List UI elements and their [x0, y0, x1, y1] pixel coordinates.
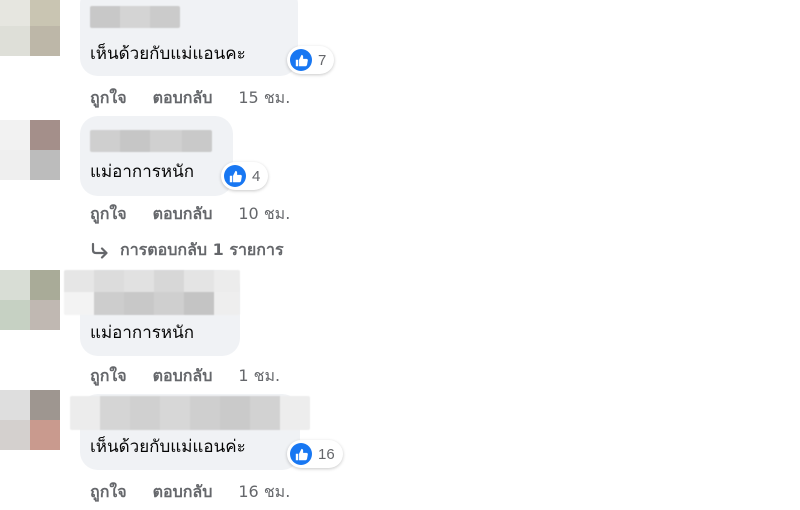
avatar[interactable]: [0, 270, 60, 330]
thumbs-up-icon: [290, 443, 312, 465]
comment-text: แม่อาการหนัก: [90, 162, 195, 182]
reaction-badge[interactable]: 16: [287, 440, 343, 468]
reply-link[interactable]: ตอบกลับ: [153, 86, 213, 111]
view-replies-link[interactable]: การตอบกลับ 1 รายการ: [90, 238, 284, 263]
timestamp[interactable]: 1 ชม.: [238, 364, 280, 389]
reaction-badge[interactable]: 4: [221, 162, 269, 190]
reply-link[interactable]: ตอบกลับ: [153, 202, 213, 227]
comment-text: แม่อาการหนัก: [90, 323, 195, 343]
like-link[interactable]: ถูกใจ: [90, 202, 127, 227]
avatar[interactable]: [0, 120, 60, 180]
author-name-blurred[interactable]: [70, 396, 310, 430]
reaction-badge[interactable]: 7: [287, 46, 335, 74]
timestamp[interactable]: 10 ชม.: [238, 202, 290, 227]
comment-text: เห็นด้วยกับแม่แอนคะ: [90, 44, 246, 64]
timestamp[interactable]: 16 ชม.: [238, 480, 290, 505]
reply-link[interactable]: ตอบกลับ: [153, 480, 213, 505]
comment-1: เห็นด้วยกับแม่แอนคะ 7 ถูกใจ ตอบกลับ 15 ช…: [0, 0, 800, 120]
thumbs-up-icon: [224, 165, 246, 187]
like-link[interactable]: ถูกใจ: [90, 86, 127, 111]
avatar[interactable]: [0, 390, 60, 450]
comment-3: แม่อาการหนัก ถูกใจ ตอบกลับ 1 ชม.: [0, 270, 800, 390]
comment-2: แม่อาการหนัก 4 ถูกใจ ตอบกลับ 10 ชม. การต…: [0, 116, 800, 270]
author-name-blurred[interactable]: [64, 270, 240, 315]
reaction-count: 16: [318, 445, 335, 463]
reaction-count: 7: [318, 51, 327, 69]
author-name-blurred[interactable]: [90, 130, 212, 152]
comment-actions: ถูกใจ ตอบกลับ 15 ชม.: [90, 86, 290, 111]
like-link[interactable]: ถูกใจ: [90, 480, 127, 505]
author-name-blurred[interactable]: [90, 6, 180, 28]
reaction-count: 4: [252, 167, 261, 185]
reply-arrow-icon: [90, 242, 110, 260]
comment-text: เห็นด้วยกับแม่แอนค่ะ: [90, 437, 246, 457]
comment-actions: ถูกใจ ตอบกลับ 1 ชม.: [90, 364, 280, 389]
comment-bubble: [80, 116, 233, 196]
comment-4: เห็นด้วยกับแม่แอนค่ะ 16 ถูกใจ ตอบกลับ 16…: [0, 390, 800, 510]
avatar[interactable]: [0, 0, 60, 56]
replies-count-label: การตอบกลับ 1 รายการ: [120, 240, 284, 259]
comment-actions: ถูกใจ ตอบกลับ 16 ชม.: [90, 480, 290, 505]
thumbs-up-icon: [290, 49, 312, 71]
reply-link[interactable]: ตอบกลับ: [153, 364, 213, 389]
comment-actions: ถูกใจ ตอบกลับ 10 ชม.: [90, 202, 290, 227]
like-link[interactable]: ถูกใจ: [90, 364, 127, 389]
timestamp[interactable]: 15 ชม.: [238, 86, 290, 111]
